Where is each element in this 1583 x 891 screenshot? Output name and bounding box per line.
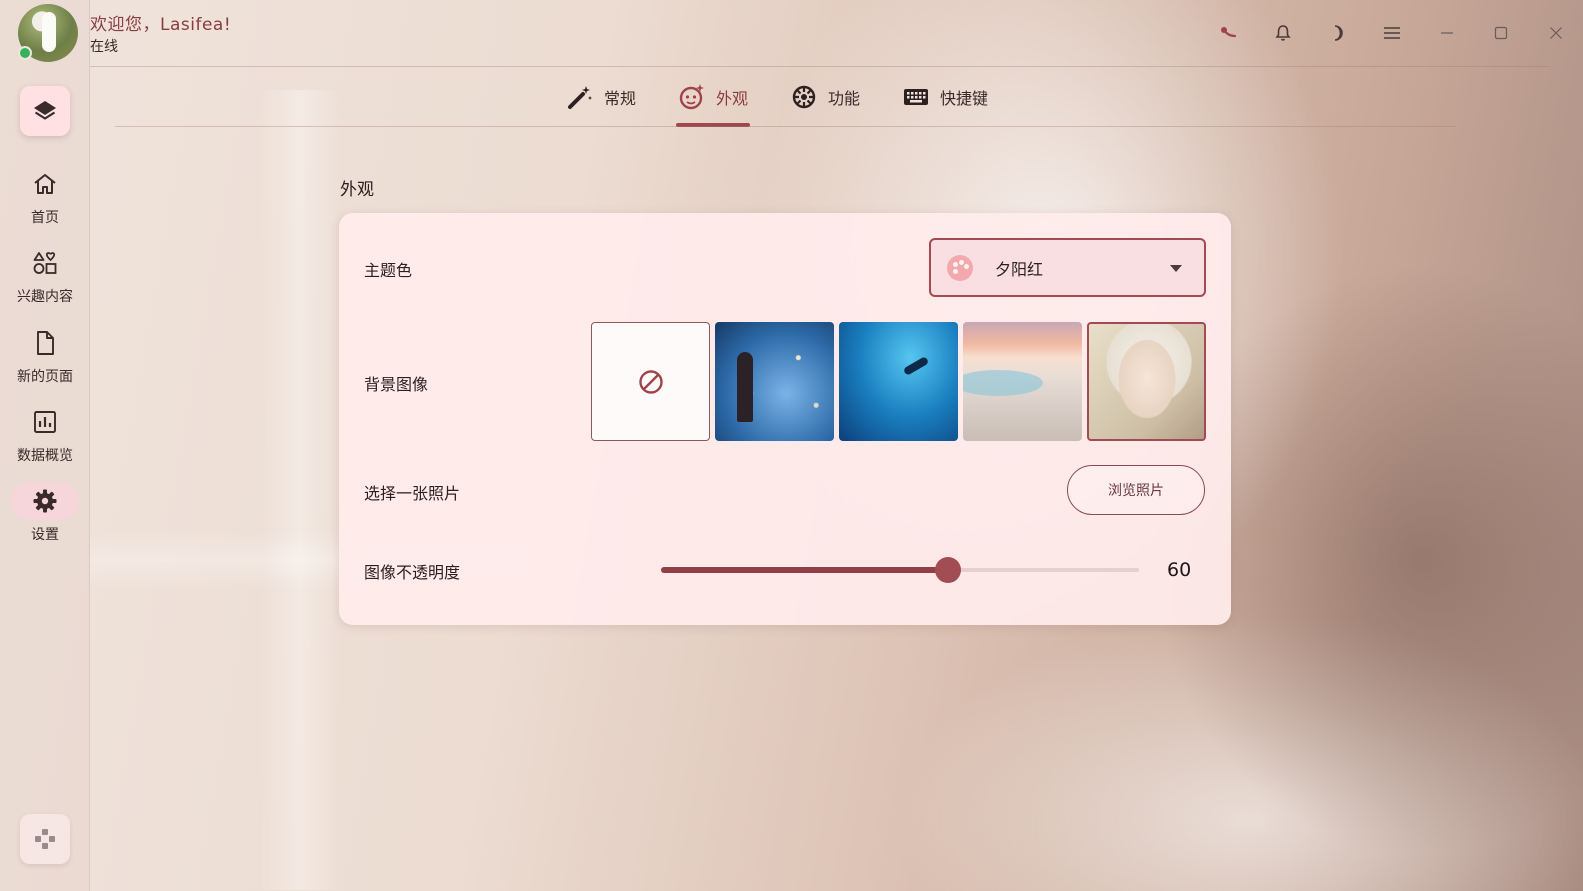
home-icon [11,165,79,203]
background-image-options [591,322,1206,441]
sidebar-item-interests[interactable]: 兴趣内容 [0,244,90,306]
tab-label: 常规 [604,89,637,108]
background-image-label: 背景图像 [364,375,429,394]
tab-appearance[interactable]: 外观 [672,80,754,127]
theme-color-label: 主题色 [364,261,413,280]
background-option-desert[interactable] [963,322,1082,441]
opacity-value: 60 [1167,559,1192,581]
header-divider [90,66,1550,67]
opacity-slider[interactable] [661,557,1139,583]
palette-icon [947,254,973,281]
sidebar-item-new-page[interactable]: 新的页面 [0,324,90,386]
bell-icon[interactable] [1256,18,1311,48]
game-button[interactable] [20,814,70,864]
browse-photos-button[interactable]: 浏览照片 [1067,465,1205,515]
online-status-dot [18,46,32,60]
background-option-none[interactable] [591,322,710,441]
keyboard-icon [904,89,929,105]
magic-wand-icon [568,86,592,109]
appearance-card: 主题色 夕阳红 背景图像 选择一张照片 浏览照片 图像不透明度 60 [339,213,1231,625]
puzzle-icon [35,829,55,849]
theme-color-select[interactable]: 夕阳红 [929,238,1206,297]
background-option-violinist[interactable] [715,322,834,441]
minimize-icon[interactable] [1420,18,1475,48]
section-title: 外观 [340,180,374,200]
slider-fill [661,567,948,573]
chart-icon [11,403,79,441]
app-logo-button[interactable] [20,86,70,136]
theme-color-value: 夕阳红 [995,259,1044,279]
tab-shortcuts[interactable]: 快捷键 [896,80,994,114]
gear-icon [11,482,79,520]
background-option-underwater[interactable] [839,322,958,441]
tab-features[interactable]: 功能 [784,80,866,114]
greeting-text: 欢迎您，Lasifea! [90,15,232,35]
shapes-icon [11,244,79,282]
document-icon [11,324,79,362]
face-sparkle-icon [679,84,705,110]
layers-icon [34,101,56,120]
image-opacity-label: 图像不透明度 [364,563,461,582]
sidebar-item-label: 新的页面 [17,369,73,385]
choose-photo-label: 选择一张照片 [364,484,461,503]
sidebar-item-label: 数据概览 [17,448,73,464]
sidebar-item-data-overview[interactable]: 数据概览 [0,403,90,465]
no-image-icon [638,369,663,394]
tab-label: 功能 [828,89,861,108]
title-bar-controls [1202,18,1583,48]
tabs-divider [115,126,1455,127]
settings-tabs: 常规 外观 功能 快捷键 [560,80,1024,128]
wheel-icon [792,85,816,109]
slider-thumb[interactable] [935,557,961,583]
moon-icon[interactable] [1311,18,1366,48]
sidebar-item-label: 设置 [31,527,59,543]
online-status-text: 在线 [90,39,118,55]
sidebar-item-home[interactable]: 首页 [0,165,90,227]
signal-icon[interactable] [1202,18,1257,48]
sidebar-item-label: 兴趣内容 [17,289,73,305]
tab-general[interactable]: 常规 [560,80,642,114]
background-option-girl-selected[interactable] [1087,322,1206,441]
avatar-figure [42,12,56,52]
sidebar-item-settings[interactable]: 设置 [0,482,90,544]
tab-label: 快捷键 [940,89,989,108]
close-icon[interactable] [1529,18,1583,48]
tab-label: 外观 [716,89,749,108]
chevron-down-icon [1170,265,1182,272]
menu-icon[interactable] [1365,18,1420,48]
sidebar-item-label: 首页 [31,210,59,226]
maximize-icon[interactable] [1474,18,1529,48]
